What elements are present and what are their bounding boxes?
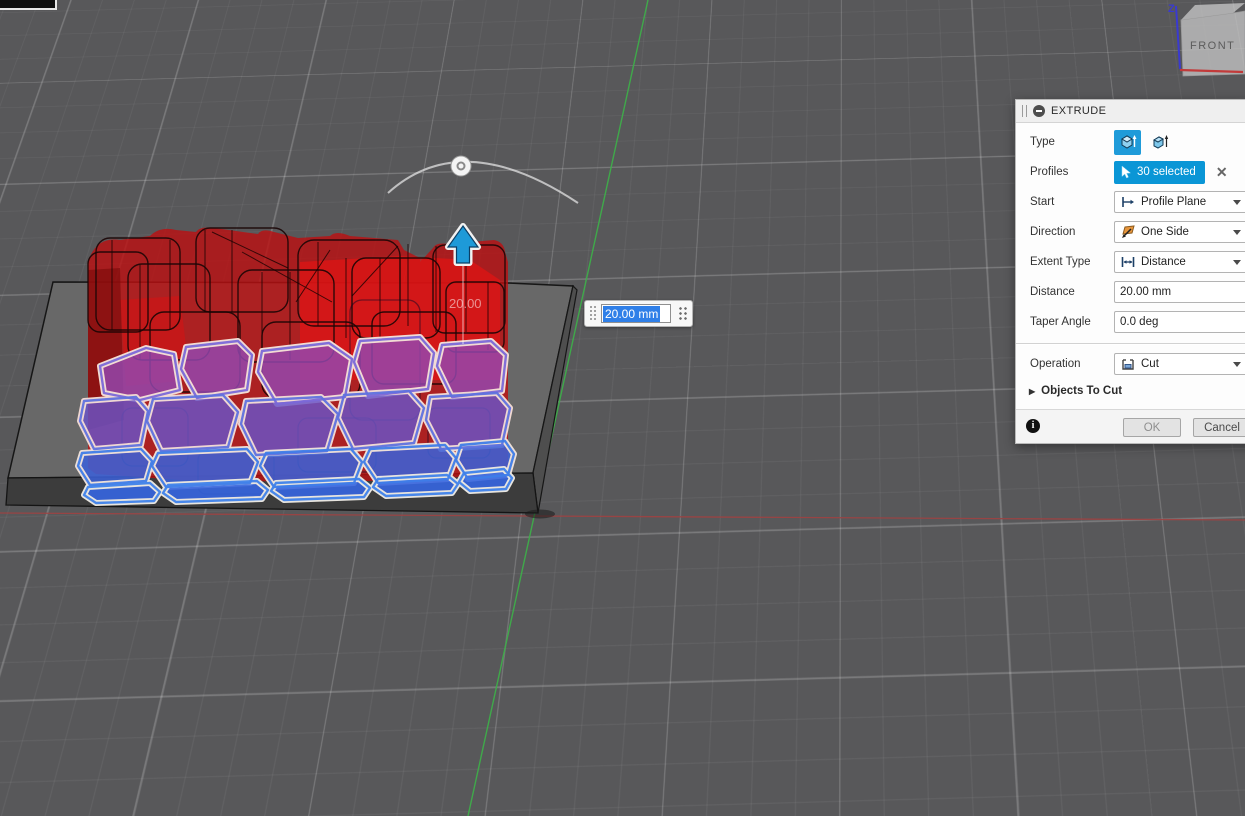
chevron-down-icon: [1233, 230, 1241, 235]
voronoi-profile-cell[interactable]: [147, 395, 238, 451]
objects-to-cut-label: Objects To Cut: [1041, 385, 1122, 397]
taper-angle-input[interactable]: [1114, 311, 1245, 333]
type-row: Type: [1016, 127, 1245, 157]
profile-plane-icon: [1120, 194, 1136, 210]
distance-extent-icon: [1120, 254, 1136, 270]
cut-operation-icon: [1120, 356, 1136, 372]
extent-type-value: Distance: [1141, 256, 1233, 268]
taper-arc: [388, 162, 578, 203]
expand-arrow-icon: ▶: [1029, 387, 1035, 396]
voronoi-profile-cell[interactable]: [241, 397, 338, 455]
objects-to-cut-expander[interactable]: ▶ Objects To Cut: [1016, 379, 1245, 403]
ghost-distance-label: 20.00: [449, 296, 482, 311]
operation-dropdown[interactable]: Cut: [1114, 353, 1245, 375]
cursor-icon: [1120, 165, 1132, 179]
voronoi-profile-cell[interactable]: [78, 449, 152, 485]
voronoi-profile-cell[interactable]: [338, 391, 424, 449]
extrude-dialog: EXTRUDE Type: [1015, 99, 1245, 444]
profiles-row: Profiles 30 selected ✕: [1016, 157, 1245, 187]
ok-button[interactable]: OK: [1123, 418, 1181, 437]
distance-label: Distance: [1030, 286, 1114, 298]
voronoi-profile-cell[interactable]: [354, 337, 434, 396]
dialog-title: EXTRUDE: [1051, 105, 1106, 117]
operation-value: Cut: [1141, 358, 1233, 370]
collapse-dialog-icon[interactable]: [1033, 105, 1045, 117]
chevron-down-icon: [1233, 362, 1241, 367]
fusion-viewport: { "colors":{ "accent_blue":"#0a96d6", "s…: [0, 0, 1245, 816]
direction-row: Direction One Side: [1016, 217, 1245, 247]
operation-label: Operation: [1030, 358, 1114, 370]
extrude-solid-icon: [1119, 133, 1137, 151]
selected-distance-text: 20.00 mm: [603, 306, 660, 322]
taper-angle-label: Taper Angle: [1030, 316, 1114, 328]
extent-type-label: Extent Type: [1030, 256, 1114, 268]
chevron-down-icon: [1233, 260, 1241, 265]
extrude-thin-icon: [1151, 133, 1169, 151]
extrude-solid-type-button[interactable]: [1114, 130, 1141, 155]
viewcube[interactable]: FRONT Z: [1150, 0, 1245, 90]
drag-grip-icon[interactable]: [589, 305, 598, 322]
direction-value: One Side: [1141, 226, 1233, 238]
taper-rotate-handle[interactable]: [451, 156, 471, 176]
extrude-thin-type-button[interactable]: [1146, 130, 1173, 155]
chevron-down-icon: [1233, 200, 1241, 205]
direction-dropdown[interactable]: One Side: [1114, 221, 1245, 243]
type-label: Type: [1030, 136, 1114, 148]
taper-angle-row: Taper Angle: [1016, 307, 1245, 337]
direction-label: Direction: [1030, 226, 1114, 238]
clipped-toolbar-fragment: [0, 0, 57, 10]
origin-marker: [525, 510, 555, 519]
viewcube-front-label: FRONT: [1190, 40, 1235, 52]
profiles-count: 30 selected: [1137, 166, 1196, 178]
divider: [1016, 343, 1245, 345]
dialog-header[interactable]: EXTRUDE: [1016, 100, 1245, 123]
options-handle-icon[interactable]: [678, 306, 688, 321]
operation-row: Operation Cut: [1016, 349, 1245, 379]
profiles-selection-button[interactable]: 30 selected: [1114, 161, 1205, 184]
profiles-label: Profiles: [1030, 166, 1114, 178]
distance-row: Distance: [1016, 277, 1245, 307]
clear-selection-icon[interactable]: ✕: [1216, 165, 1228, 179]
distance-input[interactable]: [1114, 281, 1245, 303]
extent-type-row: Extent Type Distance: [1016, 247, 1245, 277]
dialog-drag-grip-icon[interactable]: [1022, 105, 1027, 117]
start-label: Start: [1030, 196, 1114, 208]
one-side-icon: [1120, 224, 1136, 240]
start-value: Profile Plane: [1141, 196, 1233, 208]
z-axis-indicator: [1176, 6, 1180, 69]
start-dropdown[interactable]: Profile Plane: [1114, 191, 1245, 213]
info-icon[interactable]: i: [1026, 419, 1040, 433]
distance-value-input[interactable]: 20.00 mm: [601, 304, 671, 323]
start-row: Start Profile Plane: [1016, 187, 1245, 217]
cancel-button[interactable]: Cancel: [1193, 418, 1245, 437]
z-axis-label: Z: [1168, 3, 1175, 15]
dimension-input-widget[interactable]: 20.00 mm: [584, 300, 693, 327]
dialog-footer: i OK Cancel: [1016, 409, 1245, 443]
extent-type-dropdown[interactable]: Distance: [1114, 251, 1245, 273]
